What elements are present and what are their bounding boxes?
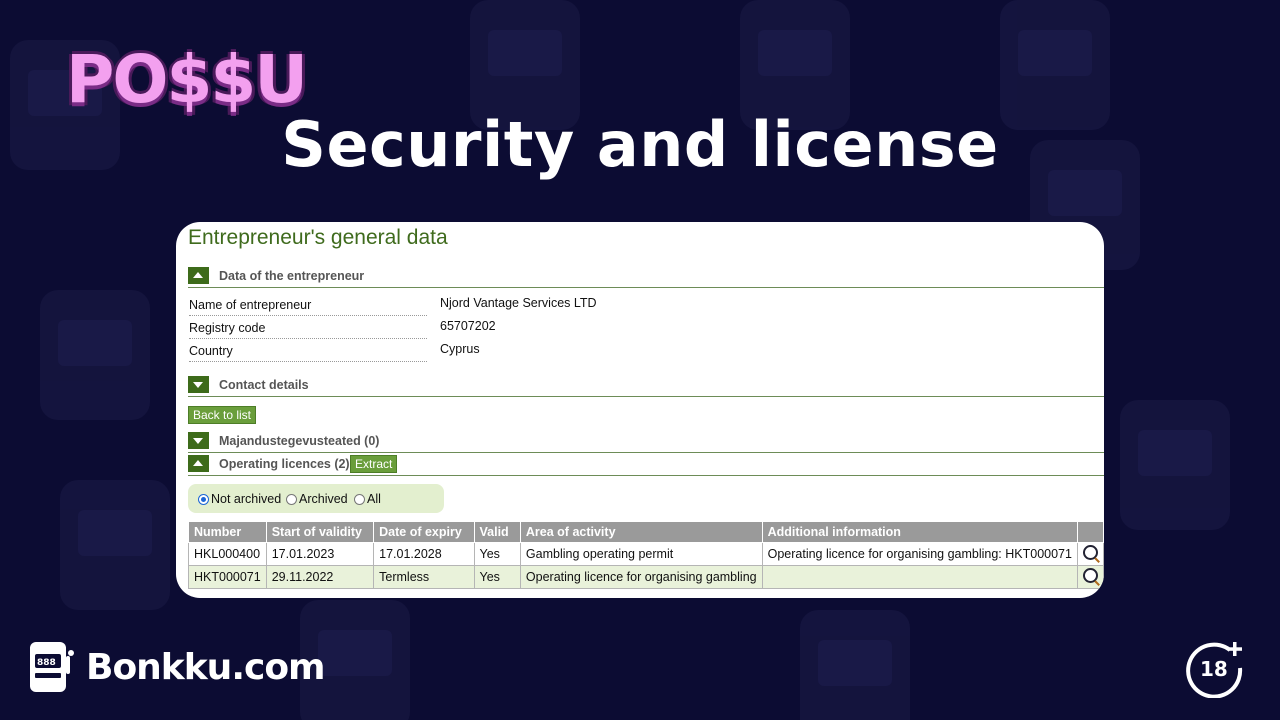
age-18-plus-icon: 18 bbox=[1186, 642, 1243, 698]
view-details-cell[interactable] bbox=[1076, 542, 1104, 566]
column-header[interactable]: Start of validity bbox=[265, 521, 375, 543]
radio-icon[interactable] bbox=[286, 493, 297, 505]
field-value-registry: 65707202 bbox=[440, 319, 496, 333]
general-data-title: Entrepreneur's general data bbox=[188, 226, 448, 249]
section-economic-label: Majandustegevusteated (0) bbox=[219, 434, 380, 448]
column-header[interactable]: Number bbox=[188, 521, 267, 543]
extract-button[interactable]: Extract bbox=[350, 455, 398, 473]
table-cell: 29.11.2022 bbox=[265, 565, 375, 589]
age-badge-number: 18 bbox=[1200, 657, 1228, 681]
table-row: HKL000400 17.01.2023 17.01.2028 Yes Gamb… bbox=[188, 542, 1104, 566]
section-contact[interactable]: Contact details bbox=[188, 376, 1104, 397]
archive-filter: Not archived Archived All bbox=[188, 484, 444, 513]
section-licences[interactable]: Operating licences (2) Extract bbox=[188, 455, 1104, 476]
slot-machine-icon bbox=[40, 290, 150, 420]
slot-machine-icon bbox=[60, 480, 170, 610]
slot-machine-icon bbox=[800, 610, 910, 720]
table-row: HKT000071 29.11.2022 Termless Yes Operat… bbox=[188, 565, 1104, 589]
radio-icon[interactable] bbox=[354, 493, 365, 505]
registry-screenshot-card: Entrepreneur's general data Data of the … bbox=[176, 222, 1104, 598]
bonkku-brand: 888 Bonkku.com bbox=[28, 640, 326, 694]
svg-text:888: 888 bbox=[37, 658, 56, 668]
field-label-registry: Registry code bbox=[189, 321, 427, 339]
section-entrepreneur[interactable]: Data of the entrepreneur bbox=[188, 267, 1104, 288]
expand-icon[interactable] bbox=[188, 376, 209, 393]
column-header-action bbox=[1076, 521, 1104, 543]
column-header[interactable]: Valid bbox=[473, 521, 521, 543]
section-licences-label: Operating licences (2) bbox=[219, 457, 350, 471]
section-economic[interactable]: Majandustegevusteated (0) bbox=[188, 432, 1104, 453]
magnifier-icon[interactable] bbox=[1082, 545, 1098, 560]
section-contact-label: Contact details bbox=[219, 378, 309, 392]
field-label-country: Country bbox=[189, 344, 427, 362]
section-entrepreneur-label: Data of the entrepreneur bbox=[219, 269, 365, 283]
magnifier-icon[interactable] bbox=[1082, 568, 1098, 583]
filter-archived[interactable]: Archived bbox=[286, 492, 348, 506]
field-value-name: Njord Vantage Services LTD bbox=[440, 296, 597, 310]
expand-icon[interactable] bbox=[188, 432, 209, 449]
filter-all[interactable]: All bbox=[354, 492, 381, 506]
table-cell bbox=[761, 565, 1078, 589]
table-cell: 17.01.2023 bbox=[265, 542, 375, 566]
slot-machine-icon bbox=[1120, 400, 1230, 530]
brand-name: Bonkku.com bbox=[86, 646, 326, 688]
radio-selected-icon[interactable] bbox=[198, 493, 209, 505]
collapse-icon[interactable] bbox=[188, 455, 209, 472]
licences-table: Number Start of validity Date of expiry … bbox=[188, 521, 1104, 589]
table-cell: Gambling operating permit bbox=[519, 542, 763, 566]
table-cell: Yes bbox=[473, 542, 521, 566]
page-title: Security and license bbox=[281, 108, 999, 181]
slot-machine-icon: 888 bbox=[30, 642, 74, 692]
table-cell: Operating licence for organising gamblin… bbox=[761, 542, 1078, 566]
collapse-icon[interactable] bbox=[188, 267, 209, 284]
table-cell: 17.01.2028 bbox=[373, 542, 475, 566]
table-cell: HKL000400 bbox=[188, 542, 267, 566]
field-value-country: Cyprus bbox=[440, 342, 480, 356]
table-cell: HKT000071 bbox=[188, 565, 267, 589]
view-details-cell[interactable] bbox=[1076, 565, 1104, 589]
filter-not-archived[interactable]: Not archived bbox=[198, 492, 281, 506]
table-cell: Operating licence for organising gamblin… bbox=[519, 565, 763, 589]
filter-all-label: All bbox=[367, 492, 381, 506]
field-label-name: Name of entrepreneur bbox=[189, 298, 427, 316]
column-header[interactable]: Area of activity bbox=[519, 521, 763, 543]
filter-archived-label: Archived bbox=[299, 492, 348, 506]
column-header[interactable]: Date of expiry bbox=[373, 521, 475, 543]
table-cell: Termless bbox=[373, 565, 475, 589]
table-cell: Yes bbox=[473, 565, 521, 589]
column-header[interactable]: Additional information bbox=[761, 521, 1078, 543]
back-to-list-button[interactable]: Back to list bbox=[188, 406, 257, 424]
filter-not-archived-label: Not archived bbox=[211, 492, 282, 506]
